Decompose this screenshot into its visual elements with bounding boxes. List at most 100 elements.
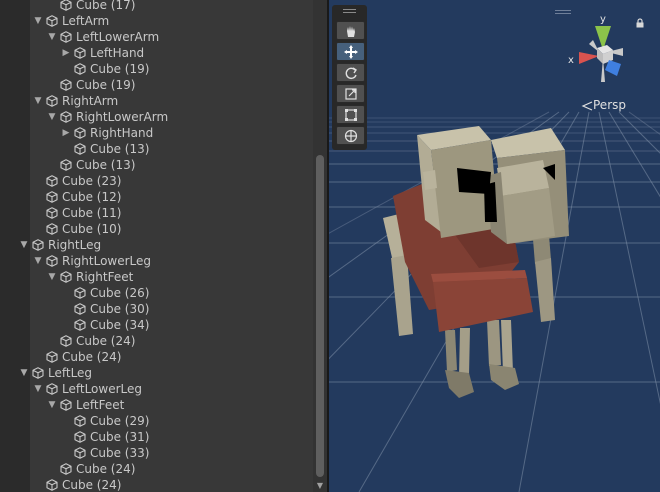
hierarchy-row[interactable]: ▶ LeftHand <box>30 45 313 61</box>
gizmo-x-label: x <box>568 55 574 66</box>
expand-arrow-icon[interactable]: ▼ <box>18 237 30 253</box>
hierarchy-tree: Cube (17) ▼ LeftArm ▼ LeftLowerArm ▶ LeftHand C… <box>21 0 313 492</box>
hierarchy-scrollbar[interactable]: ▼ <box>313 0 327 492</box>
projection-label: Persp <box>593 98 626 112</box>
hand-icon <box>347 26 355 37</box>
gameobject-cube-icon <box>74 127 86 139</box>
expand-arrow-icon[interactable]: ▼ <box>32 381 44 397</box>
gameobject-cube-icon <box>60 0 72 11</box>
perspective-icon <box>581 100 593 111</box>
hierarchy-row[interactable]: Cube (19) <box>30 61 313 77</box>
gizmo-x-cone[interactable] <box>579 52 599 64</box>
hierarchy-row[interactable]: ▼ RightLeg <box>21 237 313 253</box>
gizmo-z-cone[interactable] <box>605 60 621 76</box>
gameobject-cube-icon <box>60 111 72 123</box>
rotate-icon <box>345 67 357 80</box>
gameobject-cube-icon <box>46 15 58 27</box>
expand-arrow-icon[interactable]: ▼ <box>32 13 44 29</box>
hierarchy-row-label: Cube (10) <box>62 222 122 236</box>
hierarchy-row[interactable]: ▼ RightArm <box>30 93 313 109</box>
expand-arrow-icon[interactable]: ▼ <box>32 93 44 109</box>
hierarchy-row[interactable]: Cube (26) <box>30 285 313 301</box>
hierarchy-row[interactable]: ▼ LeftLowerLeg <box>30 381 313 397</box>
gameobject-cube-icon <box>74 447 86 459</box>
expand-arrow-icon[interactable]: ▼ <box>46 269 58 285</box>
hierarchy-row-label: Cube (11) <box>62 206 122 220</box>
hierarchy-row-label: Cube (19) <box>90 62 150 76</box>
move-tool-button[interactable] <box>336 42 365 61</box>
character-model[interactable] <box>383 126 569 398</box>
gameobject-cube-icon <box>46 479 58 491</box>
gameobject-cube-icon <box>46 351 58 363</box>
hierarchy-row[interactable]: ▼ RightLowerArm <box>30 109 313 125</box>
hierarchy-row[interactable]: Cube (13) <box>30 157 313 173</box>
expand-arrow-icon[interactable]: ▼ <box>32 253 44 269</box>
gameobject-cube-icon <box>74 287 86 299</box>
hierarchy-row[interactable]: Cube (24) <box>30 333 313 349</box>
hierarchy-row[interactable]: ▼ LeftArm <box>30 13 313 29</box>
hierarchy-row[interactable]: ▼ LeftLeg <box>21 365 313 381</box>
expand-arrow-icon[interactable]: ▼ <box>46 109 58 125</box>
rect-tool-button[interactable] <box>336 105 365 124</box>
hierarchy-row-label: Cube (24) <box>76 334 136 348</box>
scale-tool-button[interactable] <box>336 84 365 103</box>
hierarchy-row-label: Cube (30) <box>90 302 150 316</box>
scroll-down-arrow-icon[interactable]: ▼ <box>315 482 325 490</box>
hierarchy-row-label: Cube (31) <box>90 430 150 444</box>
gameobject-cube-icon <box>60 79 72 91</box>
scene-view[interactable]: y x Persp <box>329 0 660 492</box>
hierarchy-row[interactable]: ▼ LeftLowerArm <box>30 29 313 45</box>
hierarchy-row[interactable]: ▶ RightHand <box>30 125 313 141</box>
hierarchy-row[interactable]: Cube (24) <box>30 461 313 477</box>
hierarchy-row[interactable]: Cube (12) <box>30 189 313 205</box>
hierarchy-row-label: Cube (23) <box>62 174 122 188</box>
hierarchy-row-label: Cube (24) <box>62 478 122 492</box>
collapse-arrow-icon[interactable]: ▶ <box>60 45 72 61</box>
gameobject-cube-icon <box>60 399 72 411</box>
hierarchy-row-label: LeftLowerLeg <box>62 382 142 396</box>
gameobject-cube-icon <box>46 223 58 235</box>
orientation-gizmo[interactable]: y x <box>563 12 643 92</box>
rotate-tool-button[interactable] <box>336 63 365 82</box>
hierarchy-row-label: Cube (13) <box>76 158 136 172</box>
expand-arrow-icon[interactable]: ▼ <box>18 365 30 381</box>
gameobject-cube-icon <box>46 383 58 395</box>
hierarchy-row-label: RightLeg <box>48 238 102 252</box>
gameobject-cube-icon <box>74 47 86 59</box>
gameobject-cube-icon <box>60 159 72 171</box>
transform-tool-button[interactable] <box>336 126 365 145</box>
collapse-arrow-icon[interactable]: ▶ <box>60 125 72 141</box>
hierarchy-row[interactable]: ▼ RightLowerLeg <box>30 253 313 269</box>
gameobject-cube-icon <box>60 271 72 283</box>
hierarchy-row-label: RightArm <box>62 94 119 108</box>
hierarchy-row[interactable]: Cube (33) <box>30 445 313 461</box>
gameobject-cube-icon <box>46 95 58 107</box>
expand-arrow-icon[interactable]: ▼ <box>46 397 58 413</box>
hierarchy-row[interactable]: Cube (23) <box>30 173 313 189</box>
hierarchy-row[interactable]: Cube (29) <box>30 413 313 429</box>
hierarchy-row[interactable]: Cube (24) <box>30 477 313 492</box>
hierarchy-row-label: RightFeet <box>76 270 134 284</box>
hierarchy-row[interactable]: ▼ LeftFeet <box>30 397 313 413</box>
gameobject-cube-icon <box>74 415 86 427</box>
hierarchy-row[interactable]: Cube (10) <box>30 221 313 237</box>
hierarchy-row[interactable]: Cube (30) <box>30 301 313 317</box>
gameobject-cube-icon <box>60 463 72 475</box>
gameobject-cube-icon <box>46 207 58 219</box>
hierarchy-row[interactable]: Cube (17) <box>30 0 313 13</box>
hierarchy-row[interactable]: Cube (19) <box>30 77 313 93</box>
hierarchy-row[interactable]: Cube (13) <box>30 141 313 157</box>
gameobject-cube-icon <box>46 175 58 187</box>
expand-arrow-icon[interactable]: ▼ <box>46 29 58 45</box>
hand-tool-button[interactable] <box>336 21 365 40</box>
hierarchy-row[interactable]: Cube (34) <box>30 317 313 333</box>
hierarchy-row[interactable]: Cube (31) <box>30 429 313 445</box>
scale-icon <box>345 88 357 100</box>
hierarchy-row[interactable]: Cube (11) <box>30 205 313 221</box>
tool-palette <box>332 5 367 150</box>
hierarchy-row[interactable]: ▼ RightFeet <box>30 269 313 285</box>
scrollbar-thumb[interactable] <box>316 155 324 477</box>
tool-palette-grip[interactable] <box>343 9 356 13</box>
hierarchy-row[interactable]: Cube (24) <box>30 349 313 365</box>
projection-toggle[interactable]: Persp <box>581 98 626 112</box>
